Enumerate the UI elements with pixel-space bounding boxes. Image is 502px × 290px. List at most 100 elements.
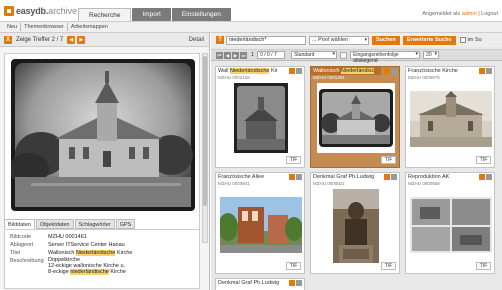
search-highlight: Niederländische [230, 68, 270, 74]
menu-icon[interactable] [486, 68, 492, 74]
logout-link[interactable]: Logout [481, 11, 498, 17]
result-card[interactable]: Reproduktion AK MZHU 0000858 TIF [405, 172, 495, 274]
card-title: Wall Niederländische Kir [218, 68, 278, 74]
edit-icon[interactable] [289, 68, 295, 74]
tab-objektdaten[interactable]: Objektdaten [35, 219, 74, 229]
card-title: Französische Allee [218, 174, 265, 180]
preview-scrollbar[interactable] [202, 53, 208, 243]
last-page-button[interactable]: ⏭ [240, 51, 247, 59]
help-icon[interactable]: ? [216, 36, 224, 44]
edit-icon[interactable] [289, 280, 295, 286]
menu-icon[interactable] [296, 68, 302, 74]
sub-navigation: Neu Themenbrowser Arbeitsmappen [0, 22, 502, 33]
meta-key: Ablageort [10, 242, 34, 248]
results-grid: Wall Niederländische Kir MZHU 0002126 TI… [215, 66, 502, 290]
result-card[interactable]: Französische Allee MZHU 0000941 TIF [215, 172, 305, 274]
tab-import[interactable]: Import [132, 8, 171, 21]
pool-select[interactable]: ... Pool wählen [309, 35, 369, 45]
detail-link[interactable]: Detail [189, 37, 204, 43]
meta-key: Titel [10, 250, 21, 256]
edit-icon[interactable] [289, 174, 295, 180]
edit-icon[interactable] [479, 174, 485, 180]
pager-bar: ⏮ ◀ ▶ ⏭ 1 0 / 0 / 7 Standard Eingangsrei… [211, 49, 502, 64]
prev-page-button[interactable]: ◀ [224, 51, 231, 59]
card-title: Denkmal Graf Ph.Ludwig [218, 280, 280, 286]
subnav-neu[interactable]: Neu [4, 23, 22, 31]
menu-icon[interactable] [296, 280, 302, 286]
edit-icon[interactable] [384, 68, 390, 74]
search-bar: ? niederländisch* ... Pool wählen Suchen… [211, 33, 502, 47]
result-card[interactable]: Denkmal Graf Ph.Ludwig MZHU 0000821 TIF [310, 172, 400, 274]
result-card[interactable]: Französische Kirche MZHU 0000975 TIF [405, 66, 495, 168]
tab-einstellungen[interactable]: Einstellungen [171, 8, 231, 21]
search-within-label: im Su [467, 37, 482, 43]
meta-value: Doppelkirche 12-eckige wallonische Kirch… [48, 257, 126, 275]
logged-in-prefix: Angemeldet als [422, 11, 461, 17]
extended-search-button[interactable]: Erweiterte Suche [402, 35, 456, 45]
card-title: Wallonisch Niederländisc [311, 67, 381, 75]
tif-badge[interactable]: TIF [381, 262, 396, 270]
first-page-button[interactable]: ⏮ [216, 51, 223, 59]
tif-badge[interactable]: TIF [286, 156, 301, 164]
card-thumbnail[interactable] [410, 197, 492, 253]
edit-icon[interactable] [479, 68, 485, 74]
range-field[interactable]: 0 / 0 / 7 [257, 51, 286, 59]
tif-badge[interactable]: TIF [476, 156, 491, 164]
easydb-logo[interactable]: easydb. archive [4, 5, 77, 17]
tab-schlagwoerter[interactable]: Schlagwörter [74, 219, 115, 229]
menu-icon[interactable] [391, 174, 397, 180]
card-thumbnail[interactable] [234, 83, 288, 153]
church-photo[interactable] [11, 59, 195, 211]
view-select[interactable]: Standard [291, 51, 338, 59]
prev-hit-button[interactable]: ◀ [67, 35, 76, 44]
detail-tabs: Bilddaten Objektdaten Schlagwörter GPS [4, 219, 136, 229]
detail-panel-header: X Zeige Treffer 2 / 7 ◀ ▶ Detail [0, 33, 209, 47]
top-header: easydb. archive Recherche Import Einstell… [0, 0, 502, 22]
meta-row-bildcode: Bildcode MZHU 0001461 [10, 233, 194, 241]
next-page-button[interactable]: ▶ [232, 51, 239, 59]
card-title: Französische Kirche [408, 68, 458, 74]
card-title: Reproduktion AK [408, 174, 450, 180]
card-thumbnail[interactable] [317, 83, 395, 153]
count-select[interactable]: 20 [423, 51, 440, 59]
logo-icon [4, 6, 14, 16]
result-card-selected[interactable]: Wallonisch Niederländisc MZHU 0001461 TI… [310, 66, 400, 168]
tab-gps[interactable]: GPS [115, 219, 136, 229]
image-preview [4, 53, 200, 243]
search-button[interactable]: Suchen [372, 35, 400, 45]
user-link[interactable]: admin [462, 11, 477, 17]
meta-value: Server ITService Center Hanau [48, 242, 125, 248]
metadata-table: Bildcode MZHU 0001461 Ablageort Server I… [4, 229, 200, 289]
result-card[interactable]: Wall Niederländische Kir MZHU 0002126 TI… [215, 66, 305, 168]
next-hit-button[interactable]: ▶ [77, 35, 86, 44]
card-thumbnail[interactable] [220, 197, 302, 253]
detail-panel: X Zeige Treffer 2 / 7 ◀ ▶ Detail Bilddat… [0, 33, 210, 290]
tab-bilddaten[interactable]: Bilddaten [4, 219, 35, 229]
menu-icon[interactable] [296, 174, 302, 180]
menu-icon[interactable] [391, 68, 397, 74]
search-highlight: Niederländisc [340, 68, 375, 74]
sort-select[interactable]: Eingangsreihenfolge absteigend [350, 51, 421, 64]
edit-icon[interactable] [384, 174, 390, 180]
result-card[interactable]: Denkmal Graf Ph.Ludwig [215, 278, 305, 290]
card-thumbnail[interactable] [333, 189, 379, 263]
results-panel: ? niederländisch* ... Pool wählen Suchen… [211, 33, 502, 290]
close-detail-button[interactable]: X [4, 35, 12, 44]
search-within-checkbox[interactable] [459, 37, 466, 43]
card-id: MZHU 0001461 [313, 75, 345, 80]
tif-badge[interactable]: TIF [286, 262, 301, 270]
grid-view-icon[interactable] [340, 51, 348, 59]
card-id: MZHU 0000821 [313, 181, 345, 186]
card-thumbnail[interactable] [410, 91, 492, 147]
tif-badge[interactable]: TIF [381, 156, 396, 164]
hits-label: Zeige Treffer 2 / 7 [16, 36, 64, 43]
meta-row-titel: Titel Wallonisch Niederländische Kirche [10, 249, 194, 257]
tab-recherche[interactable]: Recherche [78, 8, 132, 21]
meta-value: Wallonisch Niederländische Kirche [48, 250, 133, 256]
search-highlight: Niederländische [75, 250, 116, 256]
menu-icon[interactable] [486, 174, 492, 180]
subnav-arbeitsmappen[interactable]: Arbeitsmappen [68, 23, 111, 31]
tif-badge[interactable]: TIF [476, 262, 491, 270]
search-input[interactable]: niederländisch* [226, 35, 306, 45]
subnav-themenbrowser[interactable]: Themenbrowser [21, 23, 68, 31]
